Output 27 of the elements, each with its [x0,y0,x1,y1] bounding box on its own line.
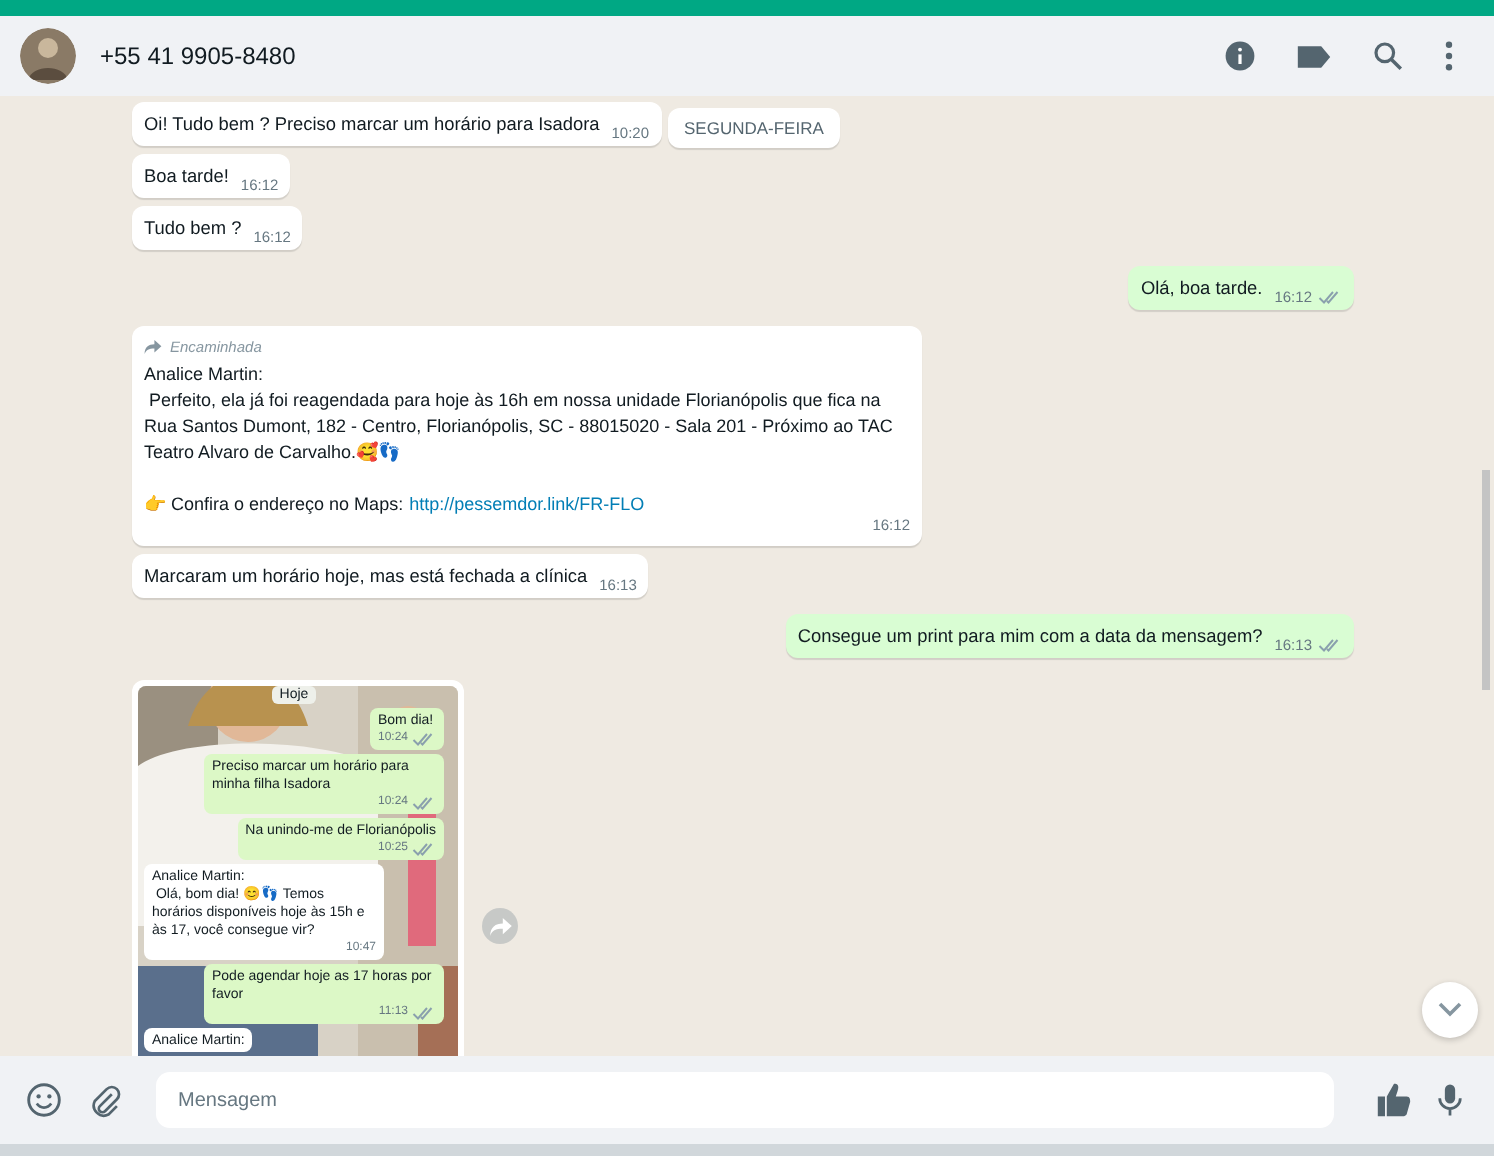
message-text: Boa tarde! [144,164,229,190]
attach-icon[interactable] [88,1083,122,1117]
forward-icon [144,340,162,354]
scrollbar-thumb[interactable] [1482,470,1490,690]
maps-link[interactable]: http://pessemdor.link/FR-FLO [409,492,645,518]
link-label: 👉 Confira o endereço no Maps: [144,492,404,518]
search-icon[interactable] [1372,40,1404,72]
label-icon[interactable] [1296,43,1332,69]
contact-name[interactable]: +55 41 9905-8480 [100,42,1200,70]
message-text: Oi! Tudo bem ? Preciso marcar um horário para Isadora [144,112,600,138]
message-text: Consegue um print para mim com a data da mensagem? [797,624,1263,650]
sender-name: Analice Martin: [144,362,266,388]
forward-icon [489,917,511,935]
scroll-down-button[interactable] [1422,982,1478,1038]
info-icon[interactable] [1224,40,1256,72]
message-text: Tudo bem ? [144,216,242,242]
menu-icon[interactable] [1444,40,1454,72]
microphone-icon[interactable] [1438,1082,1462,1118]
date-label: SEGUNDA-FEIRA [668,108,840,148]
message-text: Olá, boa tarde. [1140,276,1263,302]
emoji-icon[interactable] [26,1082,62,1118]
avatar[interactable] [20,28,76,84]
chevron-down-icon [1438,1002,1462,1018]
message-text: Perfeito, ela já foi reagendada para hoje às 16h em nossa unidade Florianópolis que fica na Rua Santos Dumont, 182 - Centro, Florianópolis, SC - 88015020 - Sala 201 - Próximo ao TAC Teatro Alvaro de Carvalho.🥰👣 [144,388,895,466]
message-field[interactable]: Mensagem [156,1072,1334,1128]
thumbs-up-icon[interactable] [1376,1082,1412,1118]
message-text: Marcaram um horário hoje, mas está fechada a clínica [144,564,588,590]
